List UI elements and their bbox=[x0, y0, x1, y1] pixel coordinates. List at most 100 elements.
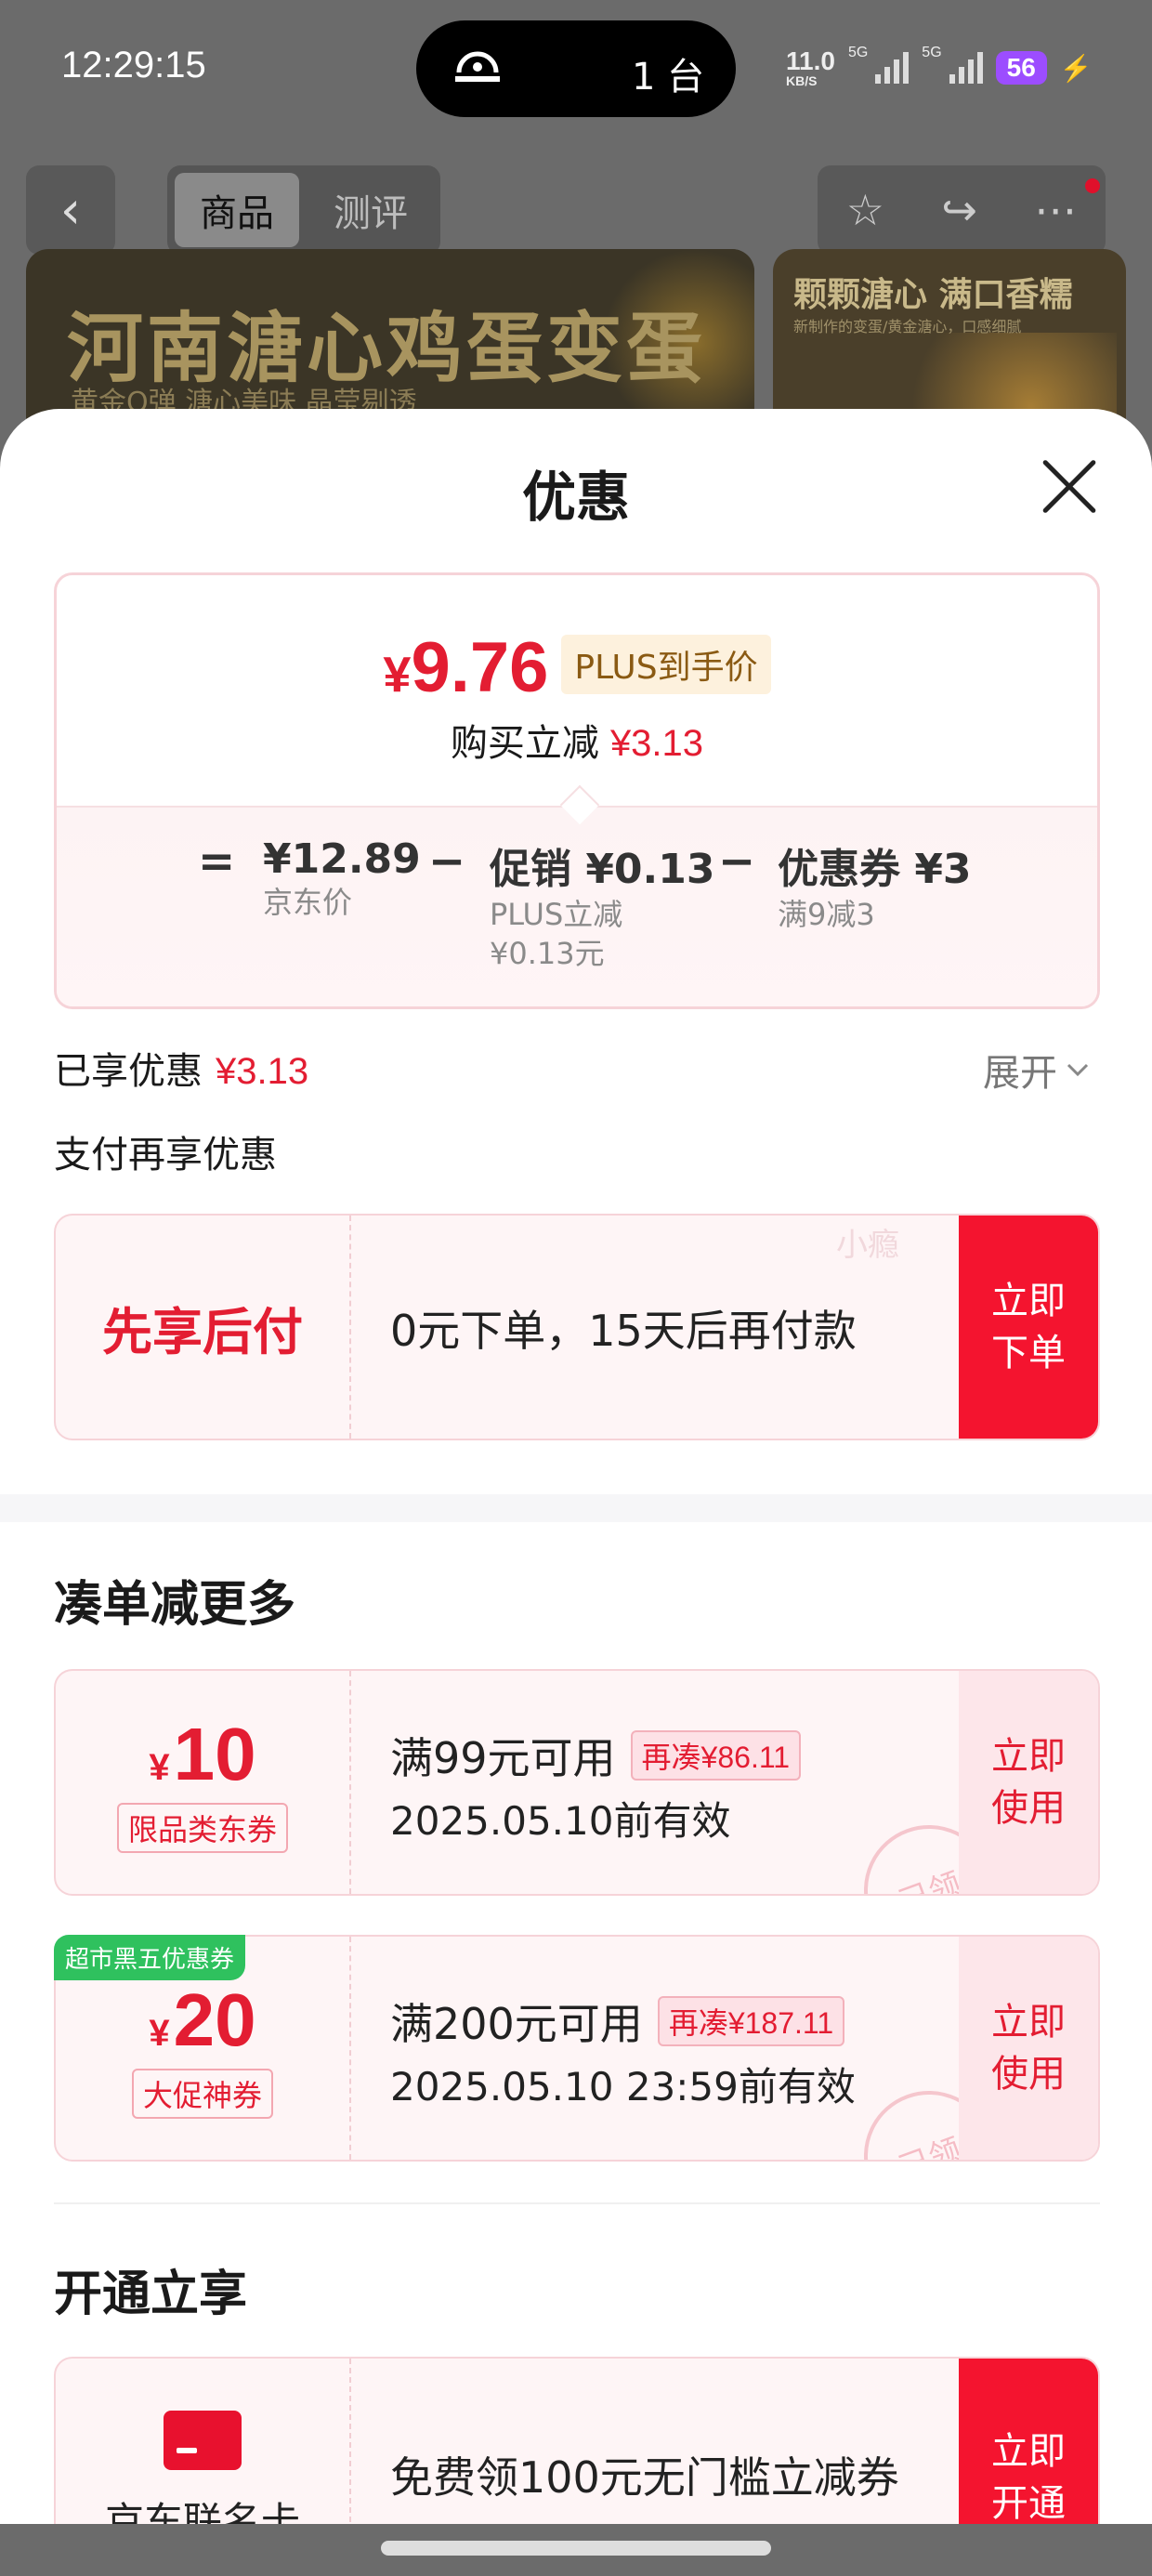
plus-price-badge: PLUS到手价 bbox=[561, 635, 771, 694]
enjoyed-amount: ¥3.13 bbox=[216, 1051, 309, 1092]
bnpl-card: 先享后付 小瘾 0元下单，15天后再付款 立即下单 bbox=[54, 1214, 1100, 1440]
final-price-row: ¥9.76 PLUS到手价 bbox=[57, 627, 1097, 708]
coupon-details: 满99元可用 再凑¥86.11 2025.05.10前有效 已领 bbox=[390, 1671, 1013, 1894]
star-icon[interactable]: ☆ bbox=[846, 185, 884, 235]
coupon-condition-row: 满99元可用 再凑¥86.11 bbox=[390, 1725, 802, 1786]
promo-sub-amount: ¥0.13元 bbox=[490, 936, 605, 971]
coupon-condition: 满99元可用 bbox=[390, 1733, 616, 1783]
bnpl-desc: 0元下单，15天后再付款 bbox=[390, 1306, 857, 1356]
coupon-amount: 优惠券 ¥3 bbox=[778, 846, 972, 893]
discount-sheet: 优惠 ¥9.76 PLUS到手价 购买立减 ¥3.13 = ¥12.89 京东价 … bbox=[0, 409, 1152, 2576]
open-benefit-title: 开通立享 bbox=[54, 2267, 248, 2322]
coupon-amount: ¥10 bbox=[149, 1712, 255, 1797]
promo-item: 促销 ¥0.13 PLUS立减 ¥0.13元 bbox=[490, 835, 715, 973]
price-formula-panel: = ¥12.89 京东价 − 促销 ¥0.13 PLUS立减 ¥0.13元 − … bbox=[57, 806, 1097, 1006]
enjoyed-discount: 已享优惠 ¥3.13 bbox=[54, 1041, 308, 1095]
price-summary: ¥9.76 PLUS到手价 购买立减 ¥3.13 bbox=[57, 575, 1097, 808]
back-button[interactable]: ‹ bbox=[26, 165, 115, 255]
network-speed: 11.0 KB/S bbox=[786, 46, 835, 88]
open-now-label: 立即开通 bbox=[991, 2430, 1066, 2525]
status-bar: 12:29:15 1 台 11.0 KB/S 5G 5G 56 ⚡ bbox=[0, 0, 1152, 139]
final-price-value: 9.76 bbox=[411, 628, 549, 707]
tab-review[interactable]: 测评 bbox=[308, 173, 433, 247]
save-label: 购买立减 bbox=[450, 722, 599, 765]
minus-sign: − bbox=[718, 835, 756, 887]
price-formula: = ¥12.89 京东价 − 促销 ¥0.13 PLUS立减 ¥0.13元 − … bbox=[57, 835, 1097, 984]
coupon-validity: 2025.05.10前有效 bbox=[390, 1798, 731, 1844]
battery-level: 56 bbox=[995, 51, 1047, 85]
enjoyed-label: 已享优惠 bbox=[54, 1050, 203, 1093]
notification-dot bbox=[1085, 178, 1100, 193]
close-icon[interactable] bbox=[1039, 455, 1100, 517]
coupon-amount-value: 10 bbox=[173, 1713, 256, 1795]
signal1-label: 5G bbox=[847, 45, 869, 60]
coupon-amount: ¥20 bbox=[149, 1978, 255, 2063]
cobrand-desc: 免费领100元无门槛立减券 bbox=[390, 2452, 899, 2503]
bnpl-title: 先享后付 bbox=[102, 1302, 303, 1361]
tab-switcher: 商品 测评 bbox=[167, 165, 440, 255]
coupon-value: ¥10 限品类东券 bbox=[56, 1671, 351, 1894]
bnpl-left: 先享后付 bbox=[56, 1216, 351, 1439]
share-icon[interactable]: ↪ bbox=[941, 185, 977, 235]
promo-sub: PLUS立减 bbox=[490, 897, 623, 932]
jd-price-item: ¥12.89 京东价 bbox=[263, 835, 421, 922]
coupon-gap-badge: 再凑¥86.11 bbox=[630, 1730, 802, 1781]
home-indicator[interactable] bbox=[381, 2541, 771, 2556]
gesture-bar-area bbox=[0, 2524, 1152, 2576]
promo-ribbon: 超市黑五优惠券 bbox=[54, 1935, 246, 1980]
coupon-condition-row: 满200元可用 再凑¥187.11 bbox=[390, 1991, 845, 2052]
bnpl-body: 小瘾 0元下单，15天后再付款 bbox=[390, 1216, 985, 1439]
nav-actions: ☆ ↪ ⋯ bbox=[818, 165, 1106, 255]
signal-icon bbox=[949, 52, 983, 84]
save-amount: ¥3.13 bbox=[609, 723, 704, 764]
coupon-condition: 满9减3 bbox=[778, 897, 875, 932]
instant-save-row: 购买立减 ¥3.13 bbox=[57, 713, 1097, 767]
coupon-condition: 满200元可用 bbox=[390, 1999, 643, 2049]
island-text: 1 台 bbox=[632, 56, 705, 99]
signal-icon bbox=[875, 52, 910, 84]
expand-label: 展开 bbox=[983, 1052, 1057, 1095]
currency-symbol: ¥ bbox=[149, 1747, 170, 1788]
chevron-down-icon bbox=[1067, 1063, 1089, 1077]
more-discount-title: 凑单减更多 bbox=[54, 1577, 296, 1633]
net-speed-value: 11.0 bbox=[786, 46, 835, 75]
tab-product[interactable]: 商品 bbox=[175, 173, 299, 247]
use-now-label: 立即使用 bbox=[991, 1735, 1066, 1830]
status-time: 12:29:15 bbox=[61, 45, 206, 85]
promo-amount: 促销 ¥0.13 bbox=[490, 846, 715, 893]
section-divider bbox=[0, 1494, 1152, 1522]
jd-price: ¥12.89 bbox=[263, 835, 421, 883]
chevron-left-icon: ‹ bbox=[59, 179, 82, 241]
use-now-label: 立即使用 bbox=[991, 2001, 1066, 2096]
equals-sign: = bbox=[198, 835, 236, 887]
coupon-validity: 2025.05.10 23:59前有效 bbox=[390, 2064, 856, 2109]
jd-price-label: 京东价 bbox=[263, 885, 353, 920]
more-icon[interactable]: ⋯ bbox=[1034, 185, 1077, 235]
expand-toggle[interactable]: 展开 bbox=[983, 1043, 1091, 1097]
coupon-gap-badge: 再凑¥187.11 bbox=[657, 1996, 845, 2046]
watermark: 小瘾 bbox=[836, 1227, 899, 1264]
credit-card-icon bbox=[164, 2411, 242, 2470]
final-price: ¥9.76 bbox=[383, 627, 548, 708]
banner-side-subtitle: 新制作的变蛋/黄金溏心，口感细腻 bbox=[793, 318, 1022, 335]
signal2-label: 5G bbox=[922, 45, 942, 60]
order-now-button[interactable]: 立即下单 bbox=[959, 1216, 1098, 1439]
minus-sign: − bbox=[428, 835, 466, 887]
coupon-details: 满200元可用 再凑¥187.11 2025.05.10 23:59前有效 已领 bbox=[390, 1937, 1013, 2160]
banner-side-title: 颗颗溏心 满口香糯 bbox=[793, 275, 1073, 314]
coupon-item: 优惠券 ¥3 满9减3 bbox=[778, 835, 972, 934]
use-now-button[interactable]: 立即使用 bbox=[959, 1937, 1098, 2160]
price-breakdown-card: ¥9.76 PLUS到手价 购买立减 ¥3.13 = ¥12.89 京东价 − 促… bbox=[54, 572, 1100, 1009]
pay-more-label: 支付再享优惠 bbox=[54, 1134, 277, 1176]
coupon-card: ¥10 限品类东券 满99元可用 再凑¥86.11 2025.05.10前有效 … bbox=[54, 1669, 1100, 1896]
net-speed-unit: KB/S bbox=[786, 73, 818, 88]
charging-icon: ⚡ bbox=[1059, 53, 1093, 83]
coupon-type-tag: 限品类东券 bbox=[116, 1803, 288, 1853]
divider bbox=[54, 2202, 1100, 2204]
coupon-amount-value: 20 bbox=[173, 1978, 256, 2061]
currency-symbol: ¥ bbox=[149, 2013, 170, 2054]
dynamic-island: 1 台 bbox=[416, 20, 736, 117]
coupon-type-tag: 大促神券 bbox=[131, 2069, 273, 2119]
use-now-button[interactable]: 立即使用 bbox=[959, 1671, 1098, 1894]
sheet-title: 优惠 bbox=[521, 466, 630, 529]
